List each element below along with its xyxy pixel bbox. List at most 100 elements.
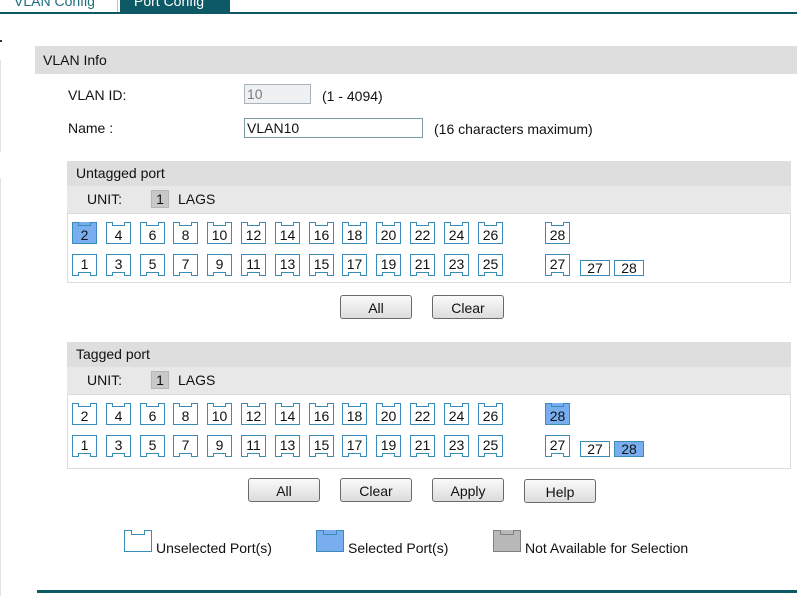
vlan-id-label: VLAN ID: [68, 87, 127, 103]
unit-selector[interactable]: 1 [151, 371, 169, 389]
untagged-clear-button[interactable]: Clear [432, 295, 504, 319]
port-24[interactable]: 24 [444, 403, 469, 425]
port-17[interactable]: 17 [342, 435, 367, 457]
lag-28[interactable]: 28 [614, 260, 644, 276]
port-11[interactable]: 11 [241, 254, 266, 276]
port-13[interactable]: 13 [275, 435, 300, 457]
lags-label[interactable]: LAGS [178, 372, 215, 388]
lag-27[interactable]: 27 [580, 441, 610, 457]
port-6[interactable]: 6 [140, 222, 165, 244]
vlan-id-input[interactable] [244, 84, 311, 104]
legend-not-available-label: Not Available for Selection [525, 540, 689, 556]
port-17[interactable]: 17 [342, 254, 367, 276]
name-hint: (16 characters maximum) [434, 121, 593, 137]
unit-selector[interactable]: 1 [151, 190, 169, 208]
port-27[interactable]: 27 [545, 254, 570, 276]
port-5[interactable]: 5 [140, 435, 165, 457]
port-16[interactable]: 16 [309, 403, 334, 425]
port-19[interactable]: 19 [376, 435, 401, 457]
port-23[interactable]: 23 [444, 435, 469, 457]
divider [0, 40, 2, 42]
untagged-all-button[interactable]: All [340, 295, 412, 319]
port-23[interactable]: 23 [444, 254, 469, 276]
unit-row: UNIT: 1 LAGS [67, 367, 791, 394]
port-22[interactable]: 22 [410, 222, 435, 244]
vlan-name-input[interactable] [244, 118, 423, 138]
port-4[interactable]: 4 [106, 403, 131, 425]
tab-bar: VLAN Config Port Config [0, 0, 797, 14]
unit-row: UNIT: 1 LAGS [67, 186, 791, 213]
tagged-port-title: Tagged port [67, 342, 791, 367]
port-16[interactable]: 16 [309, 222, 334, 244]
port-15[interactable]: 15 [309, 435, 334, 457]
name-label: Name : [68, 120, 114, 136]
port-27[interactable]: 27 [545, 435, 570, 457]
tagged-clear-button[interactable]: Clear [340, 478, 412, 502]
port-3[interactable]: 3 [106, 254, 131, 276]
tagged-all-button[interactable]: All [248, 478, 320, 502]
port-25[interactable]: 25 [478, 435, 503, 457]
port-7[interactable]: 7 [173, 435, 198, 457]
port-12[interactable]: 12 [241, 222, 266, 244]
port-18[interactable]: 18 [342, 222, 367, 244]
port-24[interactable]: 24 [444, 222, 469, 244]
port-14[interactable]: 14 [275, 403, 300, 425]
port-8[interactable]: 8 [173, 403, 198, 425]
port-18[interactable]: 18 [342, 403, 367, 425]
port-26[interactable]: 26 [478, 403, 503, 425]
tagged-port-panel: Tagged port UNIT: 1 LAGS 2 4 6 8 10 12 14 16 18 2… [67, 342, 791, 469]
selected-port-icon [316, 530, 344, 552]
untagged-port-title: Untagged port [67, 161, 791, 186]
unselected-port-icon [124, 530, 152, 552]
lag-28[interactable]: 28 [614, 441, 644, 457]
port-25[interactable]: 25 [478, 254, 503, 276]
port-28[interactable]: 28 [545, 222, 570, 244]
port-26[interactable]: 26 [478, 222, 503, 244]
tab-vlan-config[interactable]: VLAN Config [0, 0, 118, 12]
port-4[interactable]: 4 [106, 222, 131, 244]
lags-label[interactable]: LAGS [178, 191, 215, 207]
port-22[interactable]: 22 [410, 403, 435, 425]
port-8[interactable]: 8 [173, 222, 198, 244]
divider [0, 178, 1, 596]
vlan-id-hint: (1 - 4094) [322, 88, 383, 104]
unit-label: UNIT: [87, 191, 122, 207]
help-button[interactable]: Help [524, 479, 596, 503]
port-19[interactable]: 19 [376, 254, 401, 276]
legend-unselected-label: Unselected Port(s) [156, 540, 272, 556]
port-5[interactable]: 5 [140, 254, 165, 276]
port-14[interactable]: 14 [275, 222, 300, 244]
legend-selected-label: Selected Port(s) [348, 540, 449, 556]
port-1[interactable]: 1 [72, 435, 97, 457]
unavailable-port-icon [493, 530, 521, 552]
vlan-info-header: VLAN Info [35, 46, 797, 74]
port-7[interactable]: 7 [173, 254, 198, 276]
tagged-port-grid: 2 4 6 8 10 12 14 16 18 20 22 24 26 28 1 3 5 7 9 11 13 15 17 19 2… [67, 394, 791, 469]
port-15[interactable]: 15 [309, 254, 334, 276]
port-10[interactable]: 10 [207, 403, 232, 425]
footer-divider [37, 590, 797, 593]
untagged-port-grid: 2 4 6 8 10 12 14 16 18 20 22 24 26 28 1 3 5 7 9 11 13 15 17 19 2… [67, 213, 791, 283]
port-1[interactable]: 1 [72, 254, 97, 276]
apply-button[interactable]: Apply [432, 478, 504, 502]
port-10[interactable]: 10 [207, 222, 232, 244]
divider [0, 60, 1, 152]
port-20[interactable]: 20 [376, 403, 401, 425]
port-2[interactable]: 2 [72, 403, 97, 425]
port-21[interactable]: 21 [410, 435, 435, 457]
port-6[interactable]: 6 [140, 403, 165, 425]
tab-port-config[interactable]: Port Config [120, 0, 230, 12]
port-28[interactable]: 28 [545, 403, 570, 425]
port-13[interactable]: 13 [275, 254, 300, 276]
port-3[interactable]: 3 [106, 435, 131, 457]
lag-27[interactable]: 27 [580, 260, 610, 276]
port-12[interactable]: 12 [241, 403, 266, 425]
port-11[interactable]: 11 [241, 435, 266, 457]
unit-label: UNIT: [87, 372, 122, 388]
untagged-port-panel: Untagged port UNIT: 1 LAGS 2 4 6 8 10 12 14 16 1… [67, 161, 791, 283]
port-9[interactable]: 9 [207, 254, 232, 276]
port-21[interactable]: 21 [410, 254, 435, 276]
port-2[interactable]: 2 [72, 222, 97, 244]
port-20[interactable]: 20 [376, 222, 401, 244]
port-9[interactable]: 9 [207, 435, 232, 457]
